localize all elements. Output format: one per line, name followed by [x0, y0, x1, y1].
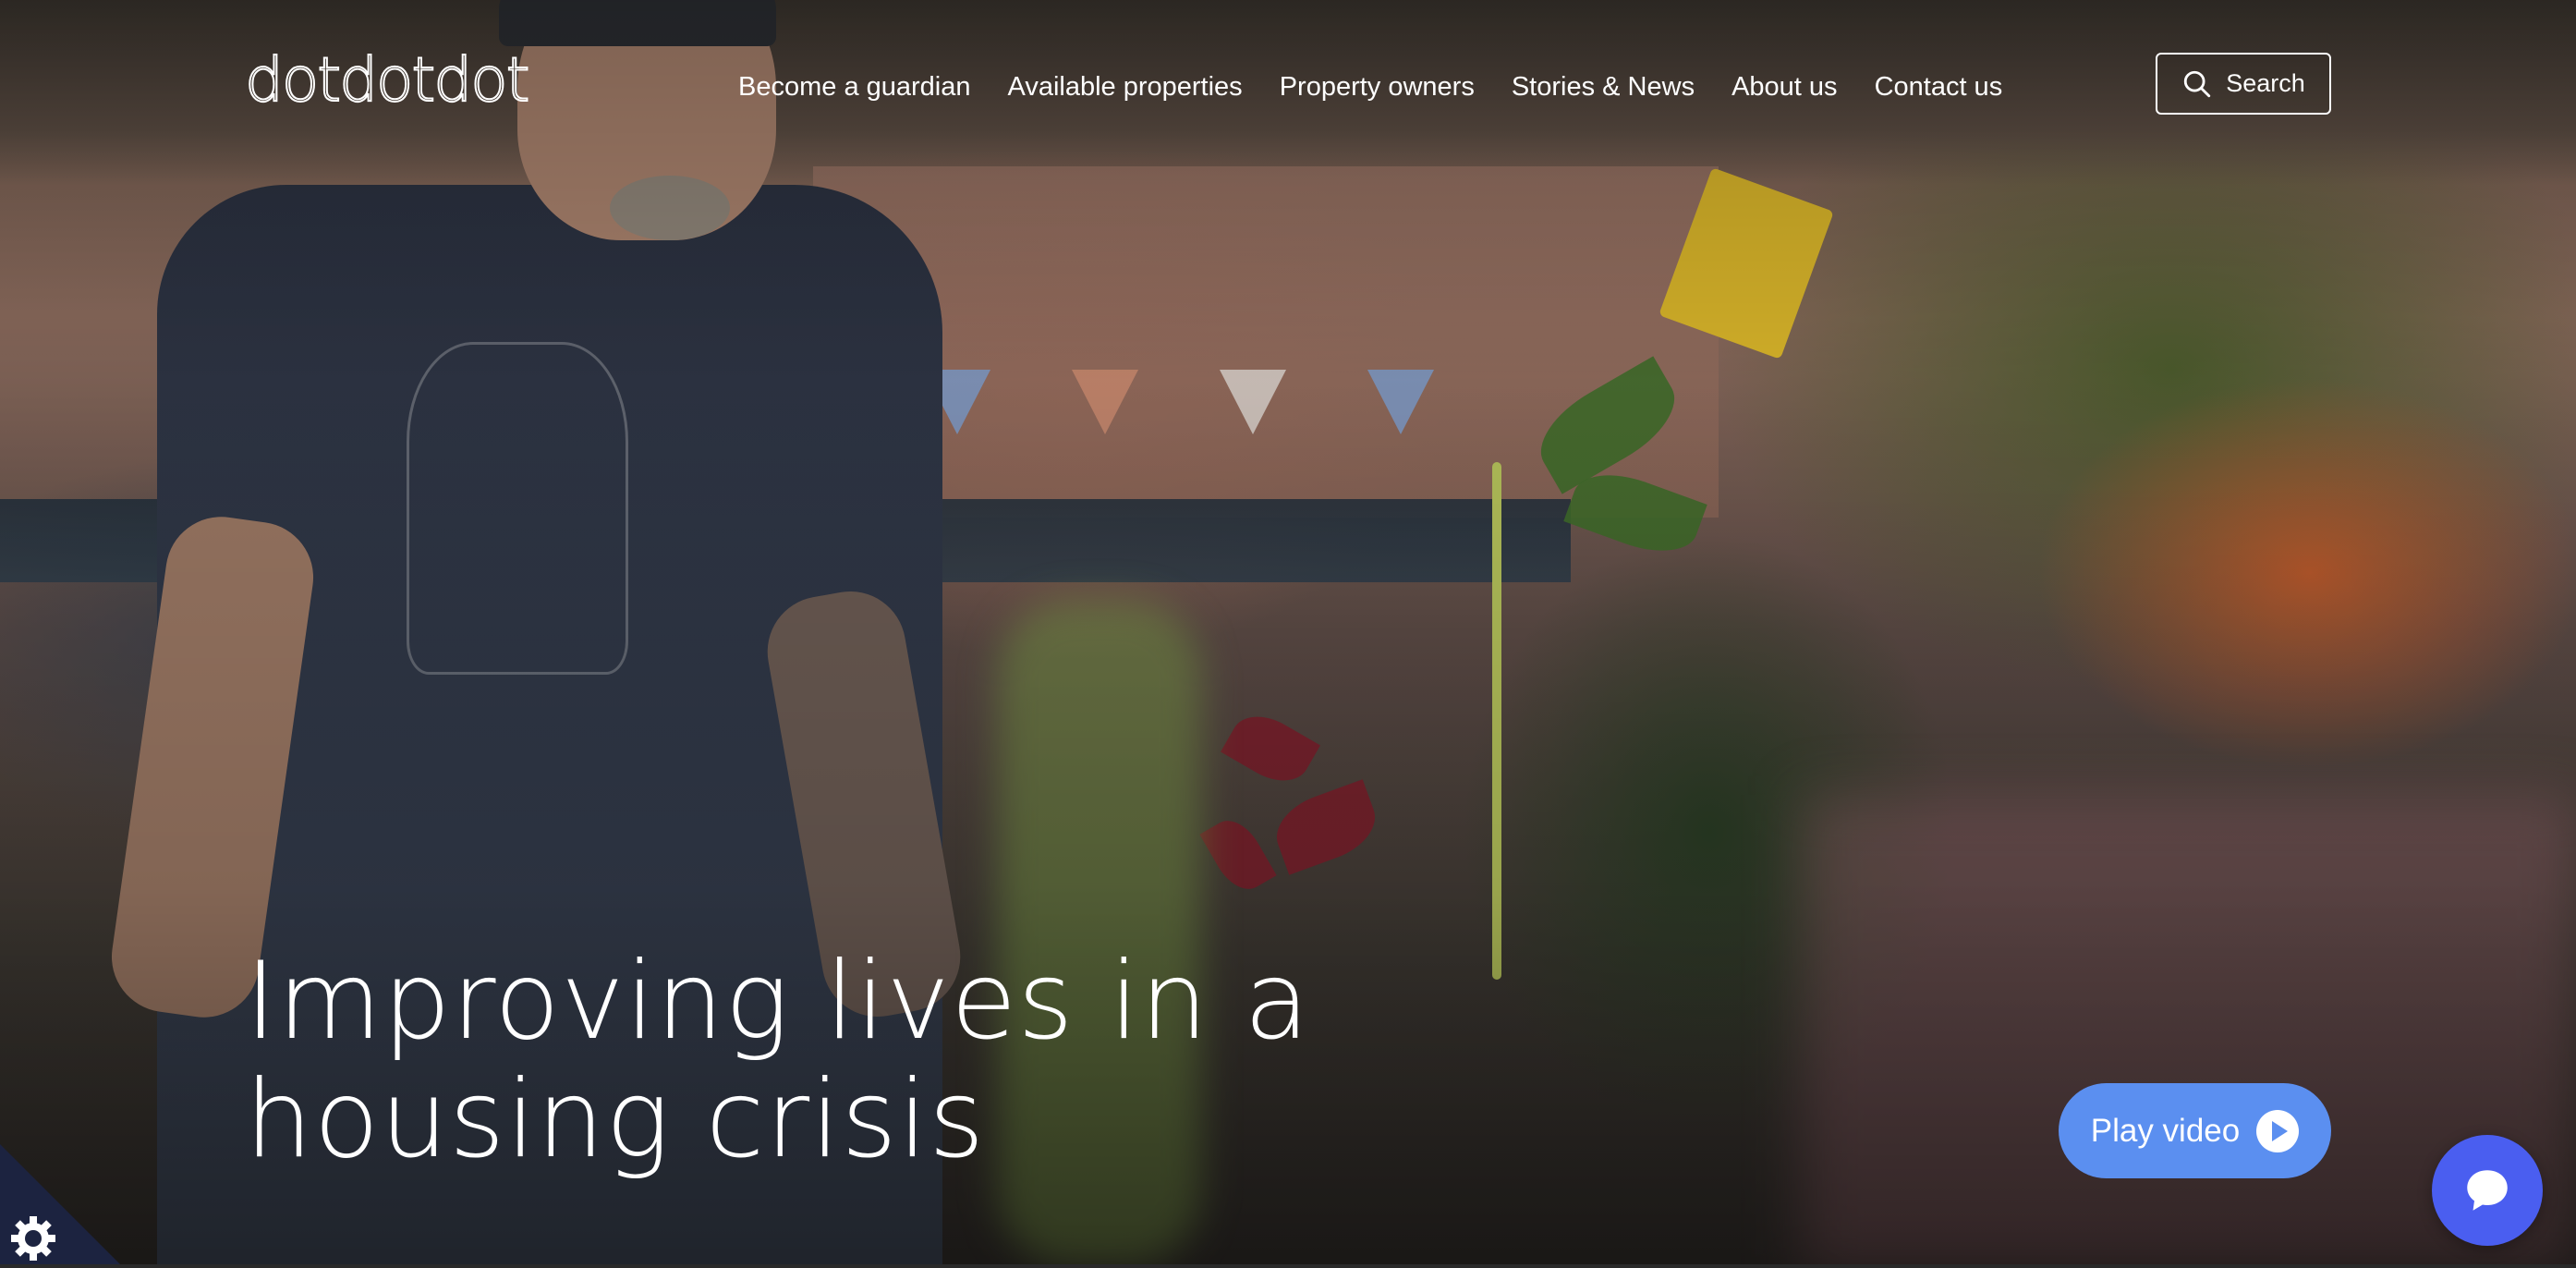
chat-button[interactable] — [2432, 1135, 2543, 1246]
nav-about-us[interactable]: About us — [1732, 72, 1837, 103]
site-logo[interactable]: dotdotdot — [244, 43, 530, 116]
hero-headline: Improving lives in a housing crisis — [245, 943, 1631, 1179]
nav-stories-news[interactable]: Stories & News — [1512, 72, 1695, 103]
main-nav: Become a guardian Available properties P… — [738, 72, 2039, 103]
headline-line-1: Improving lives in a — [245, 939, 1311, 1064]
search-label: Search — [2226, 69, 2305, 97]
play-icon — [2256, 1109, 2300, 1152]
nav-contact-us[interactable]: Contact us — [1875, 72, 2003, 103]
play-video-label: Play video — [2090, 1112, 2241, 1149]
cookie-settings-button[interactable] — [0, 1144, 120, 1264]
nav-become-a-guardian[interactable]: Become a guardian — [738, 72, 971, 103]
cookie-settings-icon — [0, 1144, 120, 1264]
headline-line-2: housing crisis — [245, 1057, 986, 1182]
play-video-button[interactable]: Play video — [2059, 1083, 2331, 1178]
site-header: dotdotdot Become a guardian Available pr… — [0, 0, 2576, 166]
nav-property-owners[interactable]: Property owners — [1280, 72, 1475, 103]
nav-available-properties[interactable]: Available properties — [1008, 72, 1243, 103]
search-button[interactable]: Search — [2156, 53, 2331, 115]
search-icon — [2184, 70, 2211, 97]
chat-bubble-icon — [2467, 1170, 2508, 1211]
